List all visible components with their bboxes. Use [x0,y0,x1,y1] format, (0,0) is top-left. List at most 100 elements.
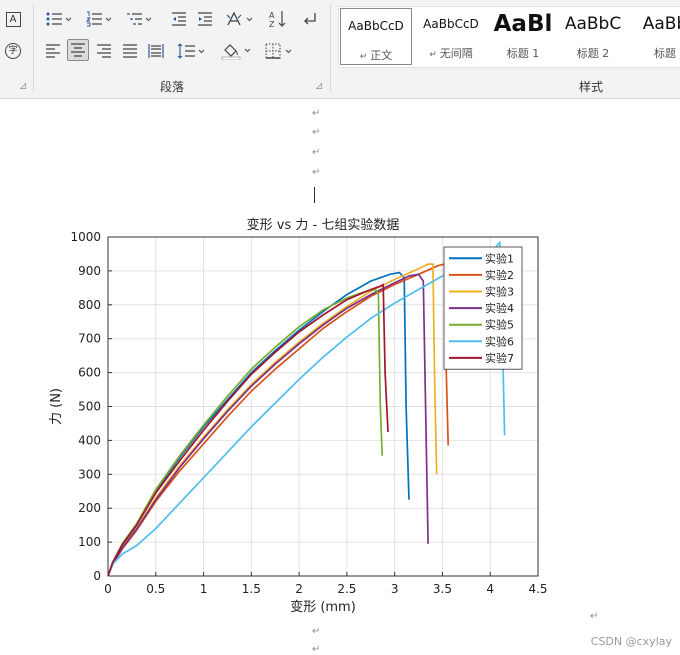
legend-entry: 实验6 [485,334,514,348]
style-name: ↵ 正文 [359,49,393,62]
svg-text:Z: Z [269,20,275,28]
legend: 实验1 实验2 实验3 实验4 实验5 实验6 实验7 [443,246,523,370]
style-sample: AaBbC [564,14,622,34]
font-group-launcher-icon[interactable]: ◿ [20,82,28,90]
x-tick-label: 2 [295,582,303,596]
bullets-icon [46,12,72,26]
y-tick-label: 400 [78,433,101,447]
line-spacing-button[interactable] [174,40,210,62]
style-heading-1[interactable]: AaBl 标题 1 [487,7,559,65]
paragraph-style-icon: ↵ [429,50,440,60]
align-center-icon [71,43,85,57]
style-sample: AaBbCcD [348,19,404,33]
x-axis-label: 变形 (mm) [290,599,356,615]
paragraph-mark: ↵ [312,127,321,138]
align-center-button[interactable] [67,39,89,61]
style-name: 标题 1 [506,47,540,60]
legend-entry: 实验2 [485,268,514,282]
chinese-layout-button[interactable] [222,8,258,30]
justify-icon [123,44,137,58]
show-paragraph-marks-button[interactable] [298,8,322,30]
sort-icon: AZ [269,11,286,28]
legend-entry: 实验3 [485,285,514,299]
decrease-indent-icon [172,12,186,26]
x-tick-label: 0.5 [146,582,165,596]
phonetic-guide-icon: 字 [5,43,21,59]
numbering-icon [86,11,112,27]
phonetic-guide-button[interactable]: 字 [4,40,22,62]
x-tick-label: 4 [486,582,494,596]
legend-entry: 实验7 [485,351,514,365]
paragraph-mark: ↵ [312,147,321,158]
watermark: CSDN @cxylay [590,635,672,648]
style-name: 标题 [654,47,676,60]
ribbon-separator [330,4,331,92]
justify-button[interactable] [119,40,141,62]
paragraph-mark-icon [304,13,316,25]
borders-button[interactable] [262,40,298,62]
y-tick-label: 100 [78,535,101,549]
style-name: ↵ 无间隔 [429,47,473,60]
text-cursor [314,187,315,203]
multilevel-list-button[interactable] [122,8,156,30]
shading-button[interactable] [218,40,258,62]
distributed-button[interactable] [145,40,167,62]
style-sample: AaBb [642,14,680,34]
legend-entry: 实验4 [485,301,514,315]
text-box-button[interactable]: A [4,8,22,30]
y-tick-label: 900 [78,264,101,278]
increase-indent-button[interactable] [194,8,216,30]
y-tick-label: 0 [93,569,101,583]
styles-gallery: AaBbCcD ↵ 正文 AaBbCcD ↵ 无间隔 AaBl 标题 1 AaB… [338,6,680,68]
style-normal[interactable]: AaBbCcD ↵ 正文 [340,8,412,65]
document-page[interactable]: ↵ ↵ ↵ ↵ 0 0.5 1 1.5 2 2.5 3 3.5 4 4.5 0 100 200 300 40… [0,99,680,655]
x-tick-label: 3 [391,582,399,596]
paragraph-group-launcher-icon[interactable]: ◿ [316,82,324,90]
legend-entry: 实验5 [485,318,514,332]
ribbon: A 字 ◿ AZ 段落 ◿ AaBbCcD ↵ 正文 AaBbCcD ↵ 无间隔… [0,0,680,99]
paragraph-mark: ↵ [312,108,321,119]
y-tick-label: 700 [78,332,101,346]
style-name: 标题 2 [576,47,610,60]
y-tick-label: 300 [78,467,101,481]
bullets-button[interactable] [42,8,76,30]
line-chart: 0 0.5 1 1.5 2 2.5 3 3.5 4 4.5 0 100 200 300 400 500 600 7… [49,217,548,615]
increase-indent-icon [198,12,212,26]
y-tick-label: 500 [78,400,101,414]
x-tick-label: 1 [200,582,208,596]
svg-text:A: A [269,11,275,20]
ribbon-separator [33,4,34,92]
style-title[interactable]: AaBb 标题 [629,7,680,65]
distributed-icon [148,44,164,58]
x-tick-label: 1.5 [242,582,261,596]
decrease-indent-button[interactable] [168,8,190,30]
x-tick-label: 3.5 [433,582,452,596]
style-sample: AaBl [493,11,553,37]
y-tick-label: 200 [78,501,101,515]
align-left-button[interactable] [42,40,64,62]
y-axis-label: 力 (N) [49,388,64,425]
sort-button[interactable]: AZ [266,8,290,30]
chinese-layout-icon [226,11,253,26]
paragraph-mark: ↵ [590,611,599,622]
align-right-button[interactable] [93,40,115,62]
styles-group-label: 样式 [579,80,604,94]
style-sample: AaBbCcD [423,17,479,31]
borders-icon [265,43,292,59]
paragraph-style-icon: ↵ [359,52,371,62]
x-tick-label: 4.5 [528,582,547,596]
style-no-spacing[interactable]: AaBbCcD ↵ 无间隔 [415,7,487,65]
line-spacing-icon [177,43,205,59]
paragraph-mark: ↵ [312,644,321,655]
chart-title: 变形 vs 力 - 七组实验数据 [247,217,400,233]
paragraph-mark: ↵ [312,626,321,637]
y-tick-label: 1000 [70,230,101,244]
numbering-button[interactable] [82,8,116,30]
align-left-icon [46,44,60,58]
style-heading-2[interactable]: AaBbC 标题 2 [557,7,629,65]
x-tick-label: 2.5 [337,582,356,596]
paint-bucket-icon [221,44,251,60]
paragraph-group-label: 段落 [160,80,185,94]
y-tick-label: 800 [78,298,101,312]
legend-entry: 实验1 [485,251,514,265]
